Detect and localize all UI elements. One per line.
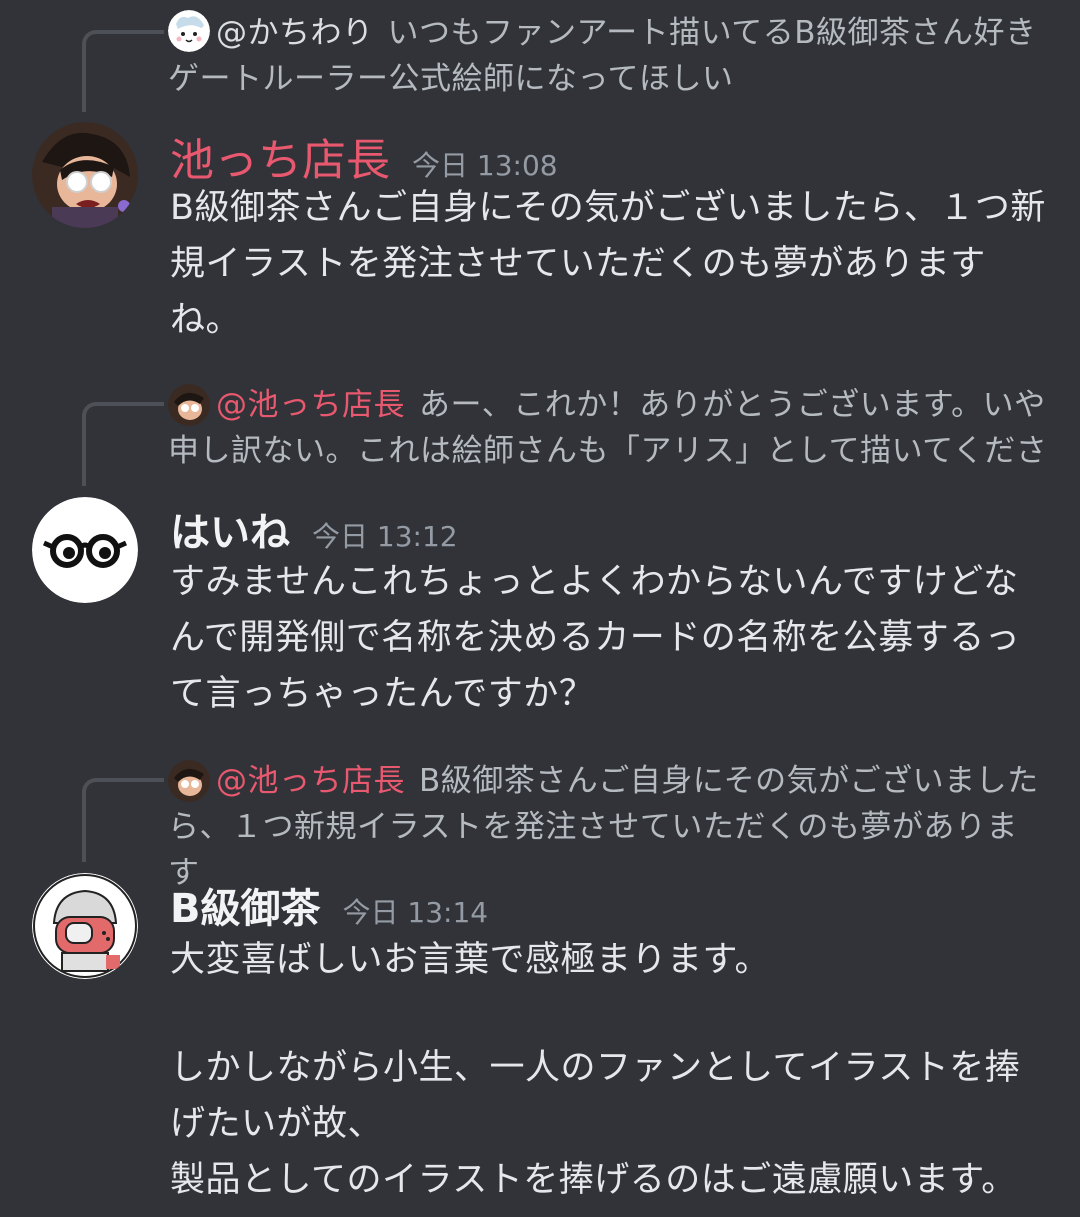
reply-preview[interactable]: @池っち店長 あー、これか！ありがとうございます。いや申し訳ない。これは絵師さんも… bbox=[168, 382, 1048, 474]
timestamp: 今日 13:08 bbox=[412, 149, 558, 182]
reply-connector bbox=[82, 402, 164, 486]
timestamp: 今日 13:14 bbox=[342, 896, 489, 929]
author-name[interactable]: はいね bbox=[170, 510, 290, 556]
timestamp: 今日 13:12 bbox=[312, 520, 458, 553]
line-break bbox=[170, 988, 1050, 1040]
message-content: B級御茶さんご自身にその気がございましたら、１つ新規イラストを発注させていただく… bbox=[170, 180, 1050, 348]
message-text: すみませんこれちょっとよくわからないんですけどなんで開発側で名称を決めるカードの… bbox=[170, 562, 1021, 714]
message-line: 製品としてのイラストを捧げるのはご遠慮願います。 bbox=[170, 1160, 1017, 1200]
bkyu-ocha-avatar[interactable] bbox=[32, 873, 138, 979]
reply-mention[interactable]: @かちわり bbox=[216, 15, 374, 51]
message-line: しかしながら小生、一人のファンとしてイラストを捧げたいが故、 bbox=[170, 1048, 1021, 1144]
message-header: 池っち店長 今日 13:08 bbox=[170, 124, 558, 188]
message-header: はいね 今日 13:12 bbox=[170, 500, 458, 558]
message-content: すみませんこれちょっとよくわからないんですけどなんで開発側で名称を決めるカードの… bbox=[170, 554, 1050, 722]
ikecchi-avatar[interactable] bbox=[32, 122, 138, 228]
reply-connector bbox=[82, 30, 164, 112]
message-line: 大変喜ばしいお言葉で感極まります。 bbox=[170, 940, 771, 980]
author-name[interactable]: B級御茶 bbox=[170, 886, 321, 932]
message-header: B級御茶 今日 13:14 bbox=[170, 876, 488, 934]
author-name[interactable]: 池っち店長 bbox=[170, 135, 390, 186]
message-content: 大変喜ばしいお言葉で感極まります。 しかしながら小生、一人のファンとしてイラスト… bbox=[170, 932, 1050, 1208]
reply-mention[interactable]: @池っち店長 bbox=[216, 387, 405, 423]
reply-preview[interactable]: @かちわり いつもファンアート描いてるB級御茶さん好きゲートルーラー公式絵師になっ… bbox=[168, 10, 1048, 102]
message-text: B級御茶さんご自身にその気がございましたら、１つ新規イラストを発注させていただく… bbox=[170, 188, 1046, 340]
reply-connector bbox=[82, 778, 164, 862]
reply-mention[interactable]: @池っち店長 bbox=[216, 763, 405, 799]
haine-glasses-avatar[interactable] bbox=[32, 497, 138, 603]
